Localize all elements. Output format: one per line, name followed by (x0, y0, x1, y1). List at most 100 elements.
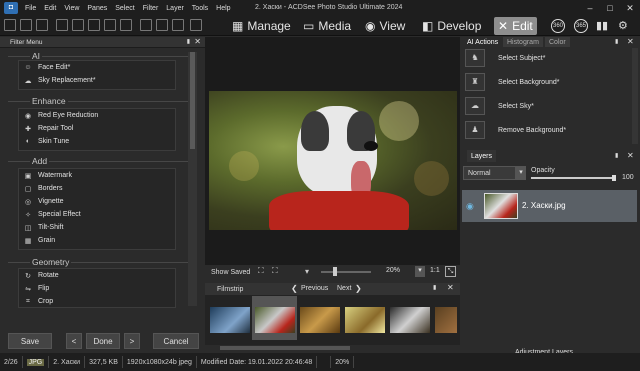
pin-icon[interactable]: ▮ (187, 38, 190, 45)
zoom-level[interactable]: 20% (386, 267, 400, 274)
tool-hand-icon[interactable] (156, 19, 168, 31)
pin-icon[interactable]: ▮ (433, 284, 436, 291)
blend-mode-select[interactable]: Normal (463, 166, 516, 180)
thumbnail[interactable] (210, 307, 250, 333)
zoom-slider[interactable] (321, 271, 371, 273)
filter-item-vignette[interactable]: ◎ Vignette (19, 195, 175, 208)
filter-item-red-eye[interactable]: ◉ Red Eye Reduction (19, 109, 175, 122)
dashboard-icon[interactable]: ▮▮ (596, 19, 608, 32)
filmstrip-next[interactable]: Next (337, 285, 351, 292)
tool-lasso-icon[interactable] (20, 19, 32, 31)
tab-ai-actions[interactable]: AI Actions (463, 37, 503, 47)
next-image-button[interactable]: > (124, 333, 140, 349)
thumbnail-selected[interactable] (255, 307, 295, 333)
scrollbar-thumb[interactable] (190, 52, 195, 149)
tool-select-icon[interactable] (4, 19, 16, 31)
filmstrip-scrollbar[interactable] (220, 346, 350, 350)
previous-image-button[interactable]: < (66, 333, 82, 349)
filter-item-flip[interactable]: ⇋ Flip (19, 282, 175, 295)
navigator-icon[interactable]: ⤡ (445, 266, 456, 277)
tool-crop-icon[interactable] (172, 19, 184, 31)
filter-menu-scrollbar[interactable] (188, 52, 197, 306)
layer-name[interactable]: 2. Хаски.jpg (522, 201, 566, 210)
tool-brush2-icon[interactable] (88, 19, 100, 31)
tool-text-icon[interactable] (120, 19, 132, 31)
settings-icon[interactable]: ⚙ (618, 19, 628, 32)
tool-edit-icon[interactable] (56, 19, 68, 31)
filter-item-special-effect[interactable]: ✧ Special Effect (19, 208, 175, 221)
fit-screen-icon[interactable]: ⛶ (258, 266, 264, 276)
pin-icon[interactable]: ▮ (615, 38, 618, 45)
filter-item-crop[interactable]: ⌗ Crop (19, 295, 175, 308)
zoom-dropdown-icon[interactable]: ▾ (415, 266, 425, 277)
filter-item-face-edit[interactable]: ☺ Face Edit* (19, 61, 175, 74)
layer-row[interactable]: ◉ 2. Хаски.jpg (462, 190, 637, 222)
ai-actions-scrollbar[interactable] (632, 48, 638, 144)
ai-select-subject[interactable]: ♞ Select Subject* (465, 48, 630, 68)
close-icon[interactable]: ✕ (194, 37, 201, 46)
filter-item-sky-replacement[interactable]: ☁ Sky Replacement* (19, 74, 175, 87)
mode-365-button[interactable]: 365 (574, 19, 588, 33)
close-icon[interactable]: ✕ (627, 37, 634, 46)
minimize-button[interactable]: – (580, 0, 600, 16)
menu-tools[interactable]: Tools (188, 5, 212, 12)
save-button[interactable]: Save (8, 333, 52, 349)
previous-arrow-icon[interactable]: ❮ (291, 284, 298, 293)
main-photo-husky[interactable] (209, 91, 457, 230)
menu-help[interactable]: Help (212, 5, 234, 12)
opacity-slider-handle[interactable] (612, 175, 616, 181)
cancel-button[interactable]: Cancel (153, 333, 199, 349)
thumbnail[interactable] (300, 307, 340, 333)
thumbnail[interactable] (435, 307, 457, 333)
filter-item-repair-tool[interactable]: ✚ Repair Tool (19, 122, 175, 135)
mode-develop[interactable]: ◧ Develop (422, 17, 481, 35)
opacity-value[interactable]: 100 (622, 174, 634, 181)
mode-media[interactable]: ▭ Media (303, 17, 351, 35)
tab-color[interactable]: Color (545, 37, 570, 47)
ai-remove-background[interactable]: ♟ Remove Background* (465, 120, 630, 140)
tab-histogram[interactable]: Histogram (503, 37, 543, 47)
menu-filter[interactable]: Filter (139, 5, 163, 12)
chevron-down-icon[interactable]: ▾ (516, 166, 526, 180)
close-window-button[interactable]: ✕ (620, 0, 640, 16)
filmstrip-previous[interactable]: Previous (301, 285, 328, 292)
visibility-eye-icon[interactable]: ◉ (466, 201, 474, 212)
mode-view[interactable]: ◉ View (365, 17, 405, 35)
zoom-menu-icon[interactable]: ▾ (305, 267, 309, 276)
next-arrow-icon[interactable]: ❯ (355, 284, 362, 293)
ai-select-background[interactable]: ♜ Select Background* (465, 72, 630, 92)
mode-edit[interactable]: ✕ Edit (494, 17, 537, 35)
menu-layer[interactable]: Layer (162, 5, 188, 12)
tool-pen-icon[interactable] (72, 19, 84, 31)
pin-icon[interactable]: ▮ (615, 152, 618, 159)
menu-select[interactable]: Select (111, 5, 138, 12)
filter-item-watermark[interactable]: ▣ Watermark (19, 169, 175, 182)
close-icon[interactable]: ✕ (447, 283, 454, 292)
thumbnail[interactable] (390, 307, 430, 333)
ai-select-sky[interactable]: ☁ Select Sky* (465, 96, 630, 116)
menu-edit[interactable]: Edit (40, 5, 60, 12)
menu-file[interactable]: File (21, 5, 40, 12)
thumbnail[interactable] (345, 307, 385, 333)
filter-item-grain[interactable]: ▦ Grain (19, 234, 175, 247)
tool-undo-icon[interactable] (104, 19, 116, 31)
filter-item-borders[interactable]: ▢ Borders (19, 182, 175, 195)
close-icon[interactable]: ✕ (627, 151, 634, 160)
filter-item-rotate[interactable]: ↻ Rotate (19, 269, 175, 282)
tool-more-icon[interactable] (190, 19, 202, 31)
menu-panes[interactable]: Panes (83, 5, 111, 12)
mode-manage[interactable]: ▦ Manage (232, 17, 291, 35)
show-saved-button[interactable]: Show Saved (211, 269, 250, 276)
filter-item-tilt-shift[interactable]: ◫ Tilt-Shift (19, 221, 175, 234)
done-button[interactable]: Done (86, 333, 120, 349)
filter-item-skin-tune[interactable]: ◐ Skin Tune (19, 135, 175, 148)
tool-zoom-icon[interactable] (140, 19, 152, 31)
tab-layers[interactable]: Layers (467, 150, 497, 162)
tool-brush-icon[interactable] (36, 19, 48, 31)
maximize-button[interactable]: □ (600, 0, 620, 16)
zoom-slider-handle[interactable] (333, 267, 337, 276)
mode-360-button[interactable]: 360 (551, 19, 565, 33)
menu-view[interactable]: View (60, 5, 83, 12)
full-screen-icon[interactable]: ⛶ (272, 266, 278, 276)
ratio-button[interactable]: 1:1 (430, 267, 440, 274)
